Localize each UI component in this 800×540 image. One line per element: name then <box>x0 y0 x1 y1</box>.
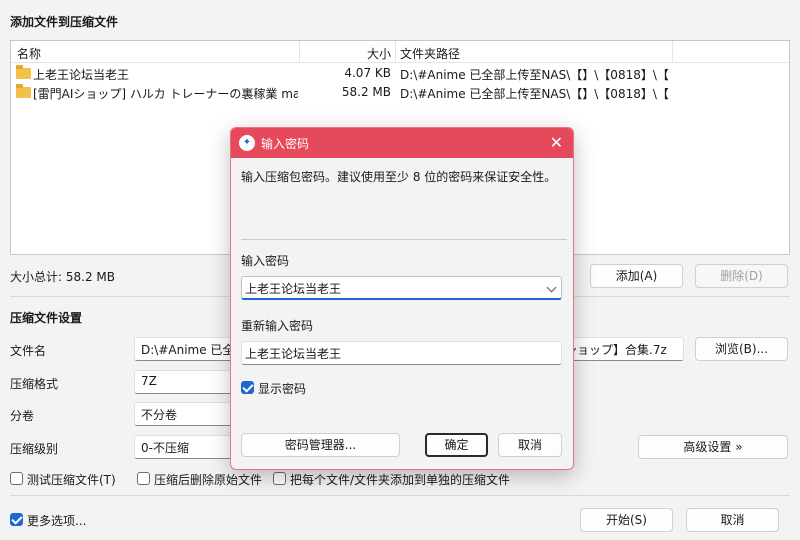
row-path: D:\#Anime 已全部上传至NAS\【】\【0818】\【... <box>400 68 670 82</box>
dialog-description: 输入压缩包密码。建议使用至少 8 位的密码来保证安全性。 <box>241 170 557 184</box>
split-select[interactable]: 不分卷 <box>134 402 234 426</box>
column-name[interactable]: 名称 <box>17 45 41 62</box>
column-separator <box>395 41 396 63</box>
level-label: 压缩级别 <box>10 442 59 456</box>
row-size: 58.2 MB <box>341 85 391 99</box>
password-value: 上老王论坛当老王 <box>245 282 342 296</box>
password-label: 输入密码 <box>241 254 290 268</box>
dialog-title: 输入密码 <box>261 137 310 151</box>
filename-label: 文件名 <box>10 344 47 358</box>
row-path: D:\#Anime 已全部上传至NAS\【】\【0818】\【... <box>400 87 670 101</box>
add-button[interactable]: 添加(A) <box>590 264 683 288</box>
total-size: 大小总计: 58.2 MB <box>10 270 115 284</box>
browse-button[interactable]: 浏览(B)... <box>695 337 788 361</box>
divider <box>10 495 790 496</box>
delete-after-checkbox[interactable] <box>137 472 150 485</box>
folder-icon <box>16 65 31 79</box>
filename-tail: ショップ】合集.7z <box>565 343 667 357</box>
folder-icon <box>16 84 31 98</box>
column-size[interactable]: 大小 <box>367 45 391 62</box>
split-label: 分卷 <box>10 409 35 423</box>
chevron-down-icon[interactable] <box>546 282 557 293</box>
close-icon[interactable]: ✕ <box>550 133 563 152</box>
separate-archives-label: 把每个文件/文件夹添加到单独的压缩文件 <box>290 473 511 487</box>
start-button[interactable]: 开始(S) <box>580 508 673 532</box>
file-list-header: 名称 大小 文件夹路径 <box>11 41 789 63</box>
format-select[interactable]: 7Z <box>134 370 234 394</box>
column-separator <box>299 41 300 63</box>
confirm-password-input[interactable]: 上老王论坛当老王 <box>241 341 562 365</box>
dialog-cancel-button[interactable]: 取消 <box>498 433 562 457</box>
more-options-label: 更多选项... <box>27 514 87 528</box>
table-row[interactable]: [雷門AIショップ] ハルカ トレーナーの裏稼業 ma... 58.2 MB D… <box>11 83 789 102</box>
separate-archives-checkbox[interactable] <box>273 472 286 485</box>
password-manager-button[interactable]: 密码管理器... <box>241 433 400 457</box>
delete-after-label: 压缩后删除原始文件 <box>154 473 263 487</box>
settings-title: 压缩文件设置 <box>10 311 83 325</box>
delete-button[interactable]: 删除(D) <box>695 264 788 288</box>
more-options-checkbox[interactable] <box>10 513 23 526</box>
show-password-checkbox[interactable] <box>241 381 254 394</box>
ok-button[interactable]: 确定 <box>425 433 488 457</box>
row-size: 4.07 KB <box>344 66 391 80</box>
row-name: 上老王论坛当老王 <box>33 68 130 82</box>
dialog-titlebar[interactable]: ✦ 输入密码 ✕ <box>231 128 573 158</box>
password-input[interactable]: 上老王论坛当老王 <box>241 276 562 300</box>
test-archive-checkbox[interactable] <box>10 472 23 485</box>
format-label: 压缩格式 <box>10 377 59 391</box>
column-path[interactable]: 文件夹路径 <box>400 45 460 62</box>
column-separator <box>672 41 673 63</box>
level-select[interactable]: 0-不压缩 <box>134 435 234 459</box>
confirm-password-label: 重新输入密码 <box>241 319 314 333</box>
row-name: [雷門AIショップ] ハルカ トレーナーの裏稼業 ma... <box>33 87 298 101</box>
show-password-label: 显示密码 <box>258 382 307 396</box>
divider <box>241 239 567 240</box>
advanced-settings-button[interactable]: 高级设置 » <box>638 435 788 459</box>
window-title: 添加文件到压缩文件 <box>10 15 119 29</box>
test-archive-label: 测试压缩文件(T) <box>27 473 116 487</box>
table-row[interactable]: 上老王论坛当老王 4.07 KB D:\#Anime 已全部上传至NAS\【】\… <box>11 64 789 83</box>
password-dialog: ✦ 输入密码 ✕ 输入压缩包密码。建议使用至少 8 位的密码来保证安全性。 输入… <box>230 127 574 470</box>
cancel-button[interactable]: 取消 <box>686 508 779 532</box>
app-logo-icon: ✦ <box>239 135 255 151</box>
